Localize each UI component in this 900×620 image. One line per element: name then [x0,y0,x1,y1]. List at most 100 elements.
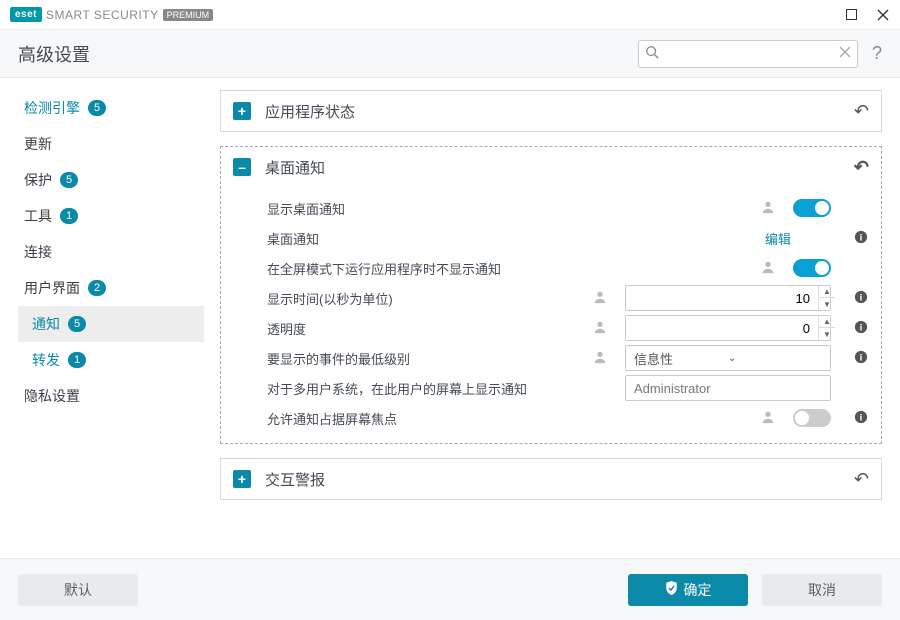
footer: 默认 确定 取消 [0,558,900,620]
window-maximize-button[interactable] [844,8,858,22]
row-show-desktop-notifications: 显示桌面通知 ⓘ [267,193,869,223]
row-multiuser: 对于多用户系统，在此用户的屏幕上显示通知 Administrator ⓘ [267,373,869,403]
sidebar-item-detection-engine[interactable]: 检测引擎 5 [18,90,204,126]
info-icon[interactable]: i [853,350,869,367]
toggle-show-notifications[interactable] [793,199,831,217]
spin-down-icon[interactable]: ▼ [819,298,835,310]
help-icon[interactable]: ? [872,43,882,64]
select-value: 信息性 [634,349,728,368]
info-icon[interactable]: i [853,290,869,307]
row-transparency: 透明度 ▲ ▼ i [267,313,869,343]
sidebar-item-tools[interactable]: 工具 1 [18,198,204,234]
main-content: + 应用程序状态 ↶ – 桌面通知 ↶ 显示桌面通知 [208,78,900,558]
panel-header-desktop[interactable]: – 桌面通知 ↶ [221,147,881,187]
svg-text:i: i [860,232,863,243]
sidebar-item-label: 连接 [24,242,52,262]
search-box[interactable] [638,40,858,68]
sidebar-item-update[interactable]: 更新 [18,126,204,162]
multiuser-input[interactable]: Administrator [625,375,831,401]
sidebar-badge: 5 [88,100,106,116]
panel-desktop-notifications: – 桌面通知 ↶ 显示桌面通知 ⓘ 桌面通知 [220,146,882,444]
header: 高级设置 ? [0,30,900,78]
user-icon [761,260,775,277]
cancel-button[interactable]: 取消 [762,574,882,606]
sidebar-badge: 2 [88,280,106,296]
sidebar-badge: 5 [68,316,86,332]
panel-title: 桌面通知 [265,157,854,178]
button-label: 默认 [64,580,92,600]
button-label: 确定 [684,580,712,600]
user-icon [593,320,607,337]
edit-link[interactable]: 编辑 [765,229,831,248]
undo-icon[interactable]: ↶ [854,101,869,122]
default-button[interactable]: 默认 [18,574,138,606]
panel-header-app-status[interactable]: + 应用程序状态 ↶ [221,91,881,131]
display-time-field[interactable] [626,291,818,306]
min-level-select[interactable]: 信息性 ⌄ [625,345,831,371]
svg-text:i: i [860,412,863,423]
panel-app-status: + 应用程序状态 ↶ [220,90,882,132]
clear-search-icon[interactable] [839,46,851,61]
multiuser-value: Administrator [634,381,711,396]
setting-label: 要显示的事件的最低级别 [267,349,593,368]
sidebar-item-connection[interactable]: 连接 [18,234,204,270]
sidebar-item-label: 工具 [24,206,52,226]
panel-interactive-alerts: + 交互警报 ↶ [220,458,882,500]
svg-text:i: i [860,352,863,363]
ok-button[interactable]: 确定 [628,574,748,606]
window-close-button[interactable] [876,8,890,22]
info-icon[interactable]: i [853,410,869,427]
search-input[interactable] [659,46,839,61]
user-icon [593,290,607,307]
info-icon[interactable]: i [853,320,869,337]
page-title: 高级设置 [18,41,90,67]
user-icon [593,350,607,367]
sidebar-item-label: 保护 [24,170,52,190]
spin-up-icon[interactable]: ▲ [819,286,835,298]
chevron-down-icon: ⌄ [728,353,822,364]
display-time-input[interactable]: ▲ ▼ [625,285,831,311]
sidebar-item-label: 通知 [32,314,60,334]
transparency-field[interactable] [626,321,818,336]
setting-label: 显示桌面通知 [267,199,761,218]
sidebar-badge: 1 [60,208,78,224]
brand-premium-badge: PREMIUM [163,9,214,21]
window-titlebar: eset SMART SECURITY PREMIUM [0,0,900,30]
setting-label: 允许通知占据屏幕焦点 [267,409,761,428]
sidebar-item-ui[interactable]: 用户界面 2 [18,270,204,306]
spin-up-icon[interactable]: ▲ [819,316,835,328]
undo-icon[interactable]: ↶ [854,157,869,178]
svg-text:i: i [860,292,863,303]
setting-label: 对于多用户系统，在此用户的屏幕上显示通知 [267,379,625,398]
row-allow-focus: 允许通知占据屏幕焦点 i [267,403,869,433]
sidebar-item-label: 转发 [32,350,60,370]
expand-icon: + [233,470,251,488]
search-icon [645,45,659,62]
brand-product-name: SMART SECURITY [46,8,159,22]
setting-label: 显示时间(以秒为单位) [267,289,593,308]
undo-icon[interactable]: ↶ [854,469,869,490]
sidebar-item-label: 隐私设置 [24,386,80,406]
panel-header-interactive[interactable]: + 交互警报 ↶ [221,459,881,499]
sidebar-item-forwarding[interactable]: 转发 1 [18,342,204,378]
sidebar-item-notifications[interactable]: 通知 5 [18,306,204,342]
user-icon [761,410,775,427]
toggle-hide-fullscreen[interactable] [793,259,831,277]
toggle-allow-focus[interactable] [793,409,831,427]
info-icon[interactable]: i [853,230,869,247]
collapse-icon: – [233,158,251,176]
shield-icon [665,581,678,598]
spin-down-icon[interactable]: ▼ [819,328,835,340]
sidebar-item-privacy[interactable]: 隐私设置 [18,378,204,414]
setting-label: 在全屏模式下运行应用程序时不显示通知 [267,259,761,278]
sidebar-badge: 1 [68,352,86,368]
panel-title: 交互警报 [265,469,854,490]
sidebar-item-label: 用户界面 [24,278,80,298]
row-hide-fullscreen: 在全屏模式下运行应用程序时不显示通知 ⓘ [267,253,869,283]
sidebar-item-label: 检测引擎 [24,98,80,118]
button-label: 取消 [808,580,836,600]
sidebar: 检测引擎 5 更新 保护 5 工具 1 连接 用户界面 2 通知 5 转发 1 [0,78,208,558]
transparency-input[interactable]: ▲ ▼ [625,315,831,341]
expand-icon: + [233,102,251,120]
sidebar-item-protection[interactable]: 保护 5 [18,162,204,198]
